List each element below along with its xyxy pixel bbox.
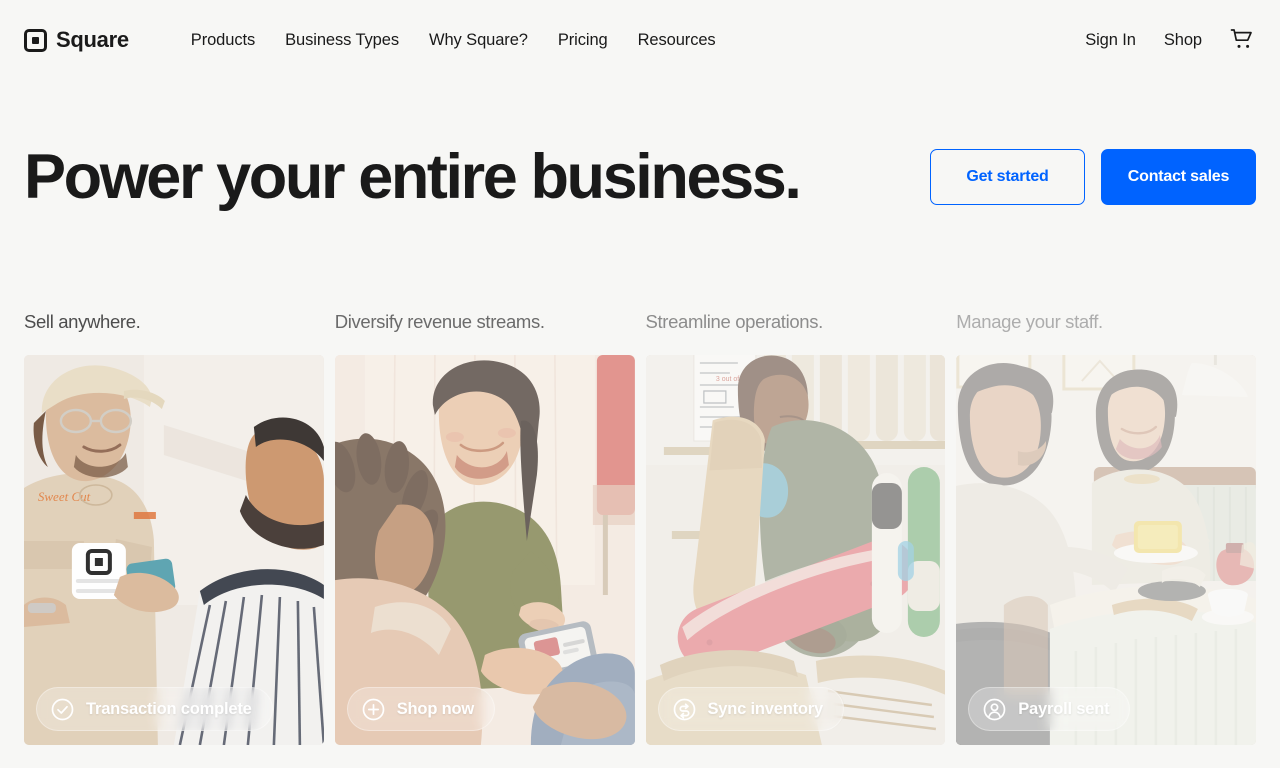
primary-navigation: Products Business Types Why Square? Pric… (191, 31, 716, 50)
nav-item-resources[interactable]: Resources (638, 31, 716, 50)
card-pill-label-2: Shop now (396, 699, 474, 718)
header-utility-nav: Sign In Shop (1085, 27, 1256, 53)
plus-circle-icon (361, 697, 386, 722)
card-status-pill-4[interactable]: Payroll sent (968, 687, 1131, 731)
brand-name: Square (56, 27, 129, 52)
sync-arrows-circle-icon (672, 697, 697, 722)
square-landing-page: Square Products Business Types Why Squar… (0, 0, 1280, 768)
nav-item-products[interactable]: Products (191, 31, 255, 50)
feature-column-sell-anywhere: Sell anywhere. Sweet Cut Transaction com… (24, 300, 324, 748)
card-status-pill-2[interactable]: Shop now (346, 687, 495, 731)
nav-item-pricing[interactable]: Pricing (558, 31, 608, 50)
feature-heading-3: Streamline operations. (645, 311, 824, 332)
page-title: Power your entire business. (24, 141, 802, 212)
card-pill-label-3: Sync inventory (707, 699, 824, 718)
sign-in-link[interactable]: Sign In (1085, 31, 1136, 50)
contact-sales-button[interactable]: Contact sales (1101, 149, 1256, 205)
svg-text:Sweet Cut: Sweet Cut (38, 489, 91, 504)
person-circle-icon (982, 697, 1007, 722)
shop-link[interactable]: Shop (1164, 31, 1202, 50)
card-pill-label-4: Payroll sent (1018, 699, 1110, 718)
square-logo-icon (24, 28, 47, 52)
feature-card-grid: Sell anywhere. Sweet Cut Transaction com… (24, 300, 1256, 748)
shopping-cart-icon[interactable] (1230, 27, 1256, 53)
card-status-pill-1[interactable]: Transaction complete (36, 687, 273, 731)
feature-card-3[interactable]: 3 out of Sync inventory (645, 355, 946, 745)
get-started-button[interactable]: Get started (930, 149, 1085, 205)
feature-card-4[interactable]: Payroll sent (956, 355, 1256, 745)
feature-card-1[interactable]: Sweet Cut Transaction complete (24, 355, 324, 745)
feature-card-2[interactable]: Shop now (334, 355, 635, 745)
feature-column-streamline-operations: Streamline operations. 3 out of Sync inv… (645, 300, 946, 748)
feature-heading-4: Manage your staff. (956, 311, 1103, 332)
feature-heading-2: Diversify revenue streams. (334, 311, 545, 332)
hero-actions: Get started Contact sales (930, 149, 1256, 205)
check-circle-icon (50, 697, 75, 722)
feature-heading-1: Sell anywhere. (24, 311, 141, 332)
card-pill-label-1: Transaction complete (86, 699, 252, 718)
nav-item-why-square[interactable]: Why Square? (429, 31, 528, 50)
card-status-pill-3[interactable]: Sync inventory (657, 687, 844, 731)
feature-column-diversify-revenue: Diversify revenue streams. Shop now (334, 300, 635, 748)
feature-column-manage-staff: Manage your staff. Payroll sent (956, 300, 1256, 748)
brand-logo[interactable]: Square (24, 27, 129, 53)
svg-text:3 out of: 3 out of (715, 376, 738, 383)
hero-section: Power your entire business. Get started … (24, 122, 1256, 232)
nav-item-business-types[interactable]: Business Types (285, 31, 399, 50)
site-header: Square Products Business Types Why Squar… (0, 0, 1280, 80)
